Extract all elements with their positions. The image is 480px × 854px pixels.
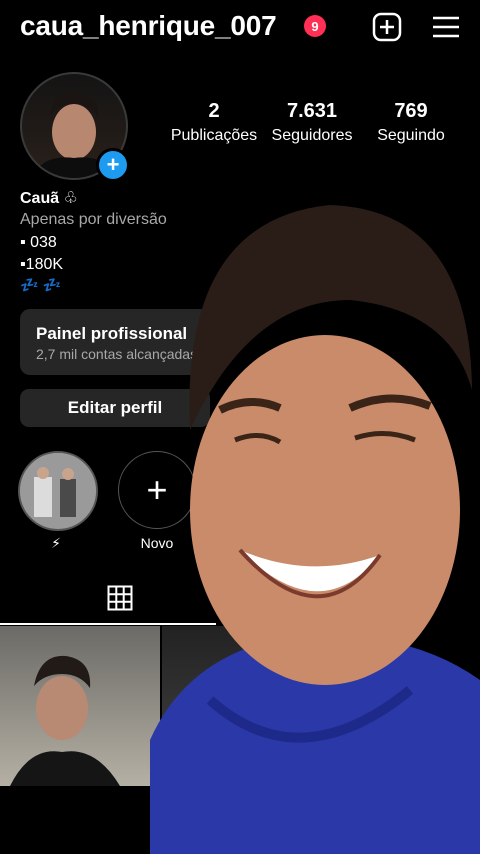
post-thumbnail[interactable] xyxy=(0,626,160,786)
create-post-icon[interactable] xyxy=(372,12,402,42)
profile-name: Cauã ♧ xyxy=(20,190,78,207)
bio-line: ▪180K xyxy=(20,256,64,273)
bio-line: Apenas por diversão xyxy=(20,211,167,228)
profile-username[interactable]: caua_henrique_007 xyxy=(20,10,277,42)
stat-followers-value: 7.631 xyxy=(286,100,338,122)
stat-following-value: 769 xyxy=(394,100,428,122)
add-story-button[interactable]: + xyxy=(96,148,130,182)
story-highlight[interactable] xyxy=(18,451,98,531)
stat-following[interactable]: 769 Seguindo xyxy=(361,100,461,145)
story-highlight-label: ⚡ xyxy=(51,535,61,551)
bio-line: 💤 💤 xyxy=(20,277,62,294)
stat-posts-value: 2 xyxy=(208,100,220,122)
stat-followers[interactable]: 7.631 Seguidores xyxy=(262,100,362,145)
notification-badge[interactable]: 9 xyxy=(304,15,326,37)
grid-icon[interactable] xyxy=(107,585,133,611)
stat-following-label: Seguindo xyxy=(377,127,445,144)
stat-posts[interactable]: 2 Publicações xyxy=(164,100,264,145)
stat-posts-label: Publicações xyxy=(170,127,258,144)
person-overlay-image xyxy=(150,205,480,854)
bio-line: ▪ 038 xyxy=(20,234,57,251)
stat-followers-label: Seguidores xyxy=(271,127,353,144)
menu-icon[interactable] xyxy=(431,12,461,42)
